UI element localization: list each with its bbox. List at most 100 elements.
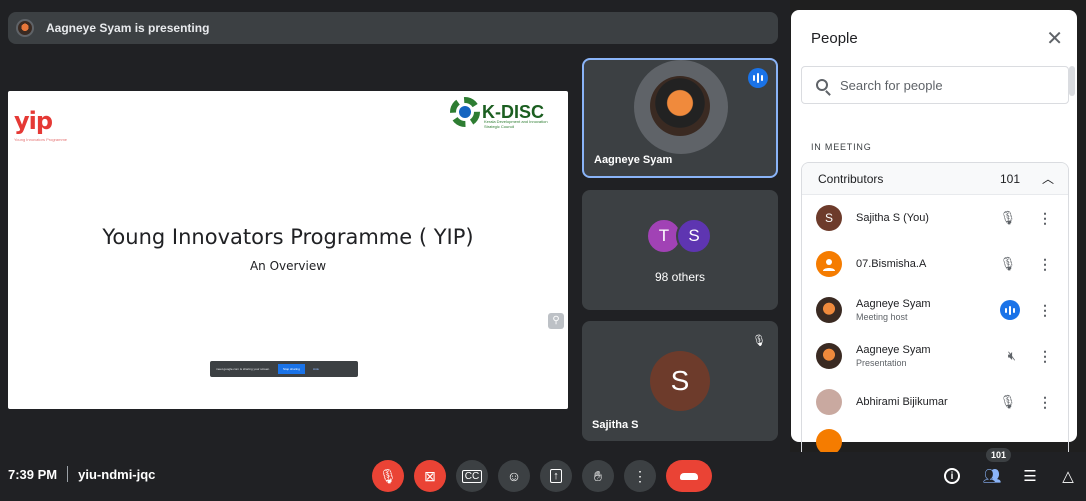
emoji-icon: ☺	[506, 468, 522, 484]
list-item[interactable]: S Sajitha S (You) 🎙︎ ⋮	[802, 195, 1068, 241]
people-icon: 👥︎	[982, 468, 1002, 485]
slide-subtitle: An Overview	[249, 259, 327, 273]
group-count: 101	[999, 171, 1020, 186]
more-options-icon[interactable]: ⋮	[1038, 302, 1052, 319]
avatar	[816, 251, 842, 277]
search-field[interactable]	[801, 66, 1069, 104]
more-options-button[interactable]: ⋮	[624, 460, 656, 492]
tile-name: Sajitha S	[592, 419, 639, 431]
contributors-header[interactable]: Contributors 101 ︿	[802, 163, 1068, 195]
kdisc-gear-icon	[450, 97, 480, 127]
info-icon: i	[944, 468, 960, 484]
speaking-indicator-icon	[748, 68, 768, 88]
yip-logo: yip	[14, 107, 53, 135]
avatar	[650, 76, 710, 136]
close-icon[interactable]: ✕	[1046, 26, 1063, 51]
end-call-button[interactable]	[666, 460, 712, 492]
others-avatars: T S	[646, 218, 712, 254]
camera-toggle-button[interactable]: ⊠	[414, 460, 446, 492]
participant-name: 07.Bismisha.A	[856, 258, 927, 270]
meeting-code: yiu-ndmi-jqc	[78, 466, 156, 482]
avatar: S	[650, 351, 710, 411]
presenter-avatar	[16, 19, 34, 37]
mic-off-icon: 🎙︎	[379, 467, 397, 484]
kdisc-logo-subtext: Kerala Development and Innovation Strate…	[484, 119, 548, 129]
list-item[interactable]: 07.Bismisha.A 🎙︎ ⋮	[802, 241, 1068, 287]
list-item[interactable]: Abhirami Bijikumar 🎙︎ ⋮	[802, 379, 1068, 425]
speaking-indicator-icon	[1000, 300, 1020, 320]
list-item[interactable]: Aagneye Syam Presentation 🔇︎ ⋮	[802, 333, 1068, 379]
hide-toast-button[interactable]: Hide	[313, 367, 319, 371]
avatar	[816, 343, 842, 369]
participant-tile-sajitha[interactable]: 🎙︎ S Sajitha S	[582, 321, 778, 441]
participant-role: Meeting host	[856, 312, 908, 322]
captions-button[interactable]: CC	[456, 460, 488, 492]
captions-icon: CC	[461, 469, 483, 483]
shared-screen: yip Young Innovators Programme K-DISC Ke…	[8, 91, 568, 409]
search-input[interactable]	[840, 77, 1040, 93]
activities-icon: △	[1062, 468, 1074, 485]
camera-off-icon: ⊠	[424, 467, 436, 484]
meeting-info: 7:39 PM yiu-ndmi-jqc	[8, 466, 155, 482]
participant-tile-others[interactable]: T S 98 others	[582, 190, 778, 310]
stop-sharing-button[interactable]: Stop sharing	[278, 364, 305, 374]
more-options-icon[interactable]: ⋮	[1038, 210, 1052, 227]
meeting-stage: Aagneye Syam is presenting yip Young Inn…	[0, 0, 790, 460]
participant-role: Presentation	[856, 358, 907, 368]
chevron-up-icon[interactable]: ︿	[1042, 170, 1054, 187]
chat-button[interactable]: ☰	[1018, 464, 1042, 488]
avatar	[816, 389, 842, 415]
present-button[interactable]: ↑	[540, 460, 572, 492]
mic-off-icon: 🎙︎	[750, 331, 768, 349]
bottom-toolbar: 7:39 PM yiu-ndmi-jqc 🎙︎ ⊠ CC ☺ ↑ ✋︎ ⋮ i …	[0, 452, 1086, 501]
group-label: Contributors	[818, 171, 884, 186]
presenting-banner-text: Aagneye Syam is presenting	[46, 21, 210, 35]
yip-logo-subtext: Young Innovators Programme	[14, 137, 67, 142]
mic-off-icon[interactable]: 🎙︎	[999, 256, 1016, 272]
section-label: IN MEETING	[811, 142, 872, 152]
mic-off-icon[interactable]: 🎙︎	[999, 394, 1016, 410]
emoji-button[interactable]: ☺	[498, 460, 530, 492]
share-toast-text: meet.google.com is sharing your screen.	[216, 367, 271, 371]
tile-name: Aagneye Syam	[594, 154, 673, 166]
avatar: S	[676, 218, 712, 254]
participant-tile-aagneye[interactable]: Aagneye Syam	[582, 58, 778, 178]
people-count-badge: 101	[986, 448, 1012, 462]
slide-title: Young Innovators Programme ( YIP)	[102, 225, 474, 249]
present-icon: ↑	[550, 469, 562, 483]
activities-button[interactable]: △	[1056, 464, 1080, 488]
participant-name: Aagneye Syam	[856, 344, 931, 356]
mic-toggle-button[interactable]: 🎙︎	[372, 460, 404, 492]
contributors-list: Contributors 101 ︿ S Sajitha S (You) 🎙︎ …	[801, 162, 1069, 452]
people-panel: People ✕ IN MEETING Contributors 101 ︿ S…	[791, 10, 1077, 452]
volume-off-icon[interactable]: 🔇︎	[1008, 348, 1016, 364]
panel-title: People	[811, 30, 858, 47]
kdisc-logo: K-DISC Kerala Development and Innovation…	[450, 97, 548, 129]
divider	[67, 466, 69, 482]
avatar	[816, 429, 842, 452]
participant-name: Aagneye Syam	[856, 298, 931, 310]
scrollbar[interactable]	[1069, 66, 1075, 96]
chat-icon: ☰	[1023, 468, 1037, 485]
more-options-icon[interactable]: ⋮	[1038, 394, 1052, 411]
more-icon: ⋮	[633, 467, 647, 484]
presenting-banner: Aagneye Syam is presenting	[8, 12, 778, 44]
avatar: S	[816, 205, 842, 231]
mic-off-icon[interactable]: 🎙︎	[999, 210, 1016, 226]
participant-name: Sajitha S (You)	[856, 212, 929, 224]
screen-share-toast: meet.google.com is sharing your screen. …	[210, 361, 358, 377]
avatar	[816, 297, 842, 323]
people-button[interactable]: 👥︎	[980, 464, 1004, 488]
raise-hand-button[interactable]: ✋︎	[582, 460, 614, 492]
others-count-label: 98 others	[654, 270, 706, 284]
list-item[interactable]	[802, 425, 1068, 452]
info-button[interactable]: i	[940, 464, 964, 488]
slide-control-icon[interactable]: ⚲	[548, 313, 564, 329]
end-call-icon	[680, 472, 698, 480]
raise-hand-icon: ✋︎	[594, 467, 602, 484]
more-options-icon[interactable]: ⋮	[1038, 256, 1052, 273]
more-options-icon[interactable]: ⋮	[1038, 348, 1052, 365]
participant-name: Abhirami Bijikumar	[856, 396, 948, 408]
list-item[interactable]: Aagneye Syam Meeting host ⋮	[802, 287, 1068, 333]
search-icon	[816, 79, 828, 91]
